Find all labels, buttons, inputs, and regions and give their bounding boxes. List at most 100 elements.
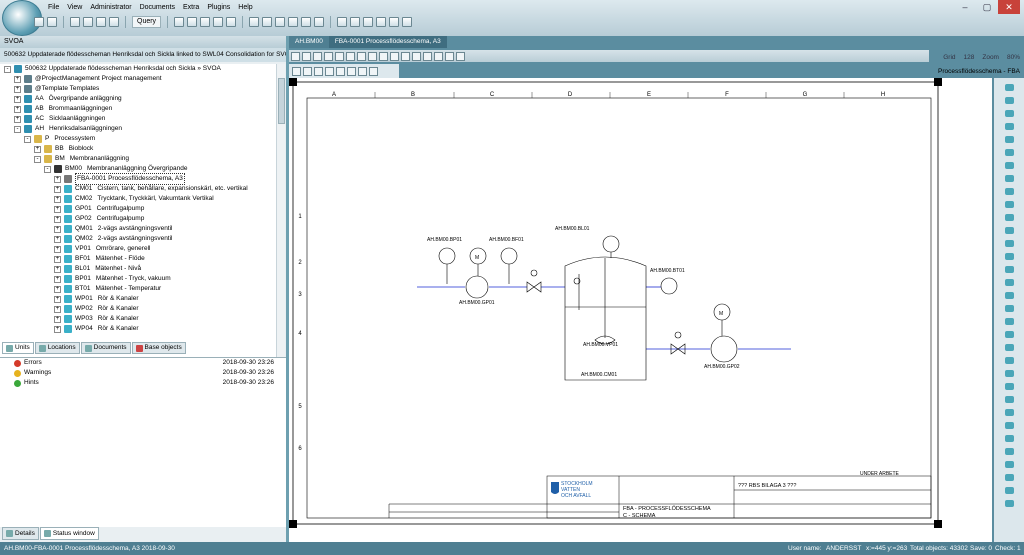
expand-icon[interactable]: + (14, 85, 21, 93)
expand-icon[interactable]: + (54, 315, 61, 323)
expand-icon[interactable]: + (54, 195, 61, 203)
symbol-icon[interactable] (1004, 383, 1014, 390)
settings-icon[interactable] (456, 51, 465, 61)
tab-units[interactable]: Units (2, 342, 34, 354)
wizard-icon[interactable] (350, 17, 361, 27)
link-icon[interactable] (226, 17, 237, 27)
symbol-icon[interactable] (1004, 331, 1014, 338)
line-icon[interactable] (303, 66, 312, 76)
collapse-icon[interactable]: - (14, 125, 21, 133)
zoom-fit-icon[interactable] (423, 51, 432, 61)
copy-icon[interactable] (335, 51, 344, 61)
text-icon[interactable] (336, 66, 345, 76)
tree-item[interactable]: + BB Bioblock (0, 144, 276, 154)
tab-status-window[interactable]: Status window (39, 527, 99, 540)
forward-icon[interactable] (47, 17, 57, 27)
align-icon[interactable] (368, 51, 377, 61)
expand-icon[interactable]: + (54, 255, 61, 263)
symbol-icon[interactable] (1004, 175, 1014, 182)
tank-cm01[interactable] (564, 256, 647, 381)
mirror-icon[interactable] (390, 51, 399, 61)
tree-item[interactable]: + CM01 Cistern, tank, behållare, expansion… (0, 184, 276, 194)
symbol-icon[interactable] (1004, 201, 1014, 208)
import-icon[interactable] (376, 17, 387, 27)
tree-item[interactable]: + AB Brommaanläggningen (0, 104, 276, 114)
symbol-icon[interactable] (1004, 396, 1014, 403)
close-icon[interactable]: ✕ (998, 0, 1020, 14)
cut-icon[interactable] (200, 17, 211, 27)
tab-ah-bm00[interactable]: AH.BM00 (289, 36, 329, 48)
symbol-icon[interactable] (1004, 461, 1014, 468)
symbol-icon[interactable] (1004, 84, 1014, 91)
expand-icon[interactable]: + (34, 145, 41, 153)
tree-item[interactable]: - BM Membrananläggning (0, 154, 276, 164)
menu-extra[interactable]: Extra (179, 2, 203, 14)
tree-item[interactable]: - P Processystem (0, 134, 276, 144)
symbol-icon[interactable] (1004, 409, 1014, 416)
open-icon[interactable] (83, 17, 93, 27)
symbol-icon[interactable] (1004, 487, 1014, 494)
expand-icon[interactable]: + (14, 95, 21, 103)
symbol-icon[interactable] (1004, 149, 1014, 156)
collapse-icon[interactable]: - (24, 135, 31, 143)
scrollbar-thumb[interactable] (278, 78, 285, 124)
pointer-icon[interactable] (292, 66, 301, 76)
tree-item[interactable]: + BF01 Mätenhet - Flöde (0, 254, 276, 264)
expand-icon[interactable]: + (54, 275, 61, 283)
menu-documents[interactable]: Documents (136, 2, 179, 14)
symbol-icon[interactable] (1004, 97, 1014, 104)
pump-gp01[interactable] (465, 275, 489, 299)
grid-icon[interactable] (249, 17, 260, 27)
tree-item[interactable]: + WP03 Rör & Kanaler (0, 314, 276, 324)
symbol-icon[interactable] (1004, 123, 1014, 130)
collapse-icon[interactable]: - (4, 65, 11, 73)
undo-icon[interactable] (313, 51, 322, 61)
symbol-icon[interactable] (1004, 318, 1014, 325)
symbol-icon[interactable] (1004, 253, 1014, 260)
settings-icon[interactable] (402, 17, 413, 27)
tree-item[interactable]: + BL01 Mätenhet - Nivå (0, 264, 276, 274)
refresh-icon[interactable] (389, 17, 400, 27)
tree-item[interactable]: + WP04 Rör & Kanaler (0, 324, 276, 334)
menu-plugins[interactable]: Plugins (203, 2, 234, 14)
print-icon[interactable] (109, 17, 119, 27)
symbol-icon[interactable] (1004, 136, 1014, 143)
tree-item[interactable]: + BT01 Mätenhet - Temperatur (0, 284, 276, 294)
tab-base-objects[interactable]: Base objects (131, 342, 186, 354)
frame-icon[interactable] (314, 17, 325, 27)
instrument-bf01[interactable] (500, 247, 518, 265)
copy-icon[interactable] (174, 17, 185, 27)
tree-item[interactable]: + CM02 Trycktank, Tryckkärl, Vakumtank Ver… (0, 194, 276, 204)
delete-icon[interactable] (357, 51, 366, 61)
symbol-icon[interactable] (1004, 435, 1014, 442)
menu-file[interactable]: File (44, 2, 63, 14)
collapse-icon[interactable]: - (44, 165, 51, 173)
instrument-bp01[interactable] (438, 247, 456, 265)
rectangle-icon[interactable] (325, 66, 334, 76)
zoom-value[interactable]: 80% (1007, 52, 1020, 64)
tab-locations[interactable]: Locations (34, 342, 80, 354)
valve-qm01[interactable] (526, 281, 542, 293)
delete-icon[interactable] (213, 17, 224, 27)
redo-icon[interactable] (324, 51, 333, 61)
symbol-icon[interactable] (1004, 266, 1014, 273)
symbol-icon[interactable] (1004, 240, 1014, 247)
back-icon[interactable] (34, 17, 44, 27)
tree-item[interactable]: + GP01 Centrifugalpump (0, 204, 276, 214)
drawing-canvas[interactable]: A B C D E F G H 1 2 3 4 5 6 AH.BM00.BP01… (289, 78, 992, 542)
menu-administrator[interactable]: Administrator (86, 2, 135, 14)
zoom-out-icon[interactable] (412, 51, 421, 61)
tree-item[interactable]: + @ProjectManagement Project management (0, 74, 276, 84)
save-icon[interactable] (291, 51, 300, 61)
tree-item[interactable]: + QM01 2-vägs avstängningsventil (0, 224, 276, 234)
symbol-icon[interactable] (1004, 162, 1014, 169)
schematic[interactable]: A B C D E F G H 1 2 3 4 5 6 AH.BM00.BP01… (289, 78, 992, 542)
tree-item[interactable]: + WP02 Rör & Kanaler (0, 304, 276, 314)
paste-icon[interactable] (346, 51, 355, 61)
tab-documents[interactable]: Documents (80, 342, 131, 354)
instrument-bl01[interactable] (602, 235, 620, 253)
symbol-icon[interactable] (1004, 279, 1014, 286)
instrument-bt01[interactable] (660, 277, 678, 295)
star-icon[interactable] (301, 17, 312, 27)
tree-item[interactable]: - AH Henriksdalsanläggningen (0, 124, 276, 134)
